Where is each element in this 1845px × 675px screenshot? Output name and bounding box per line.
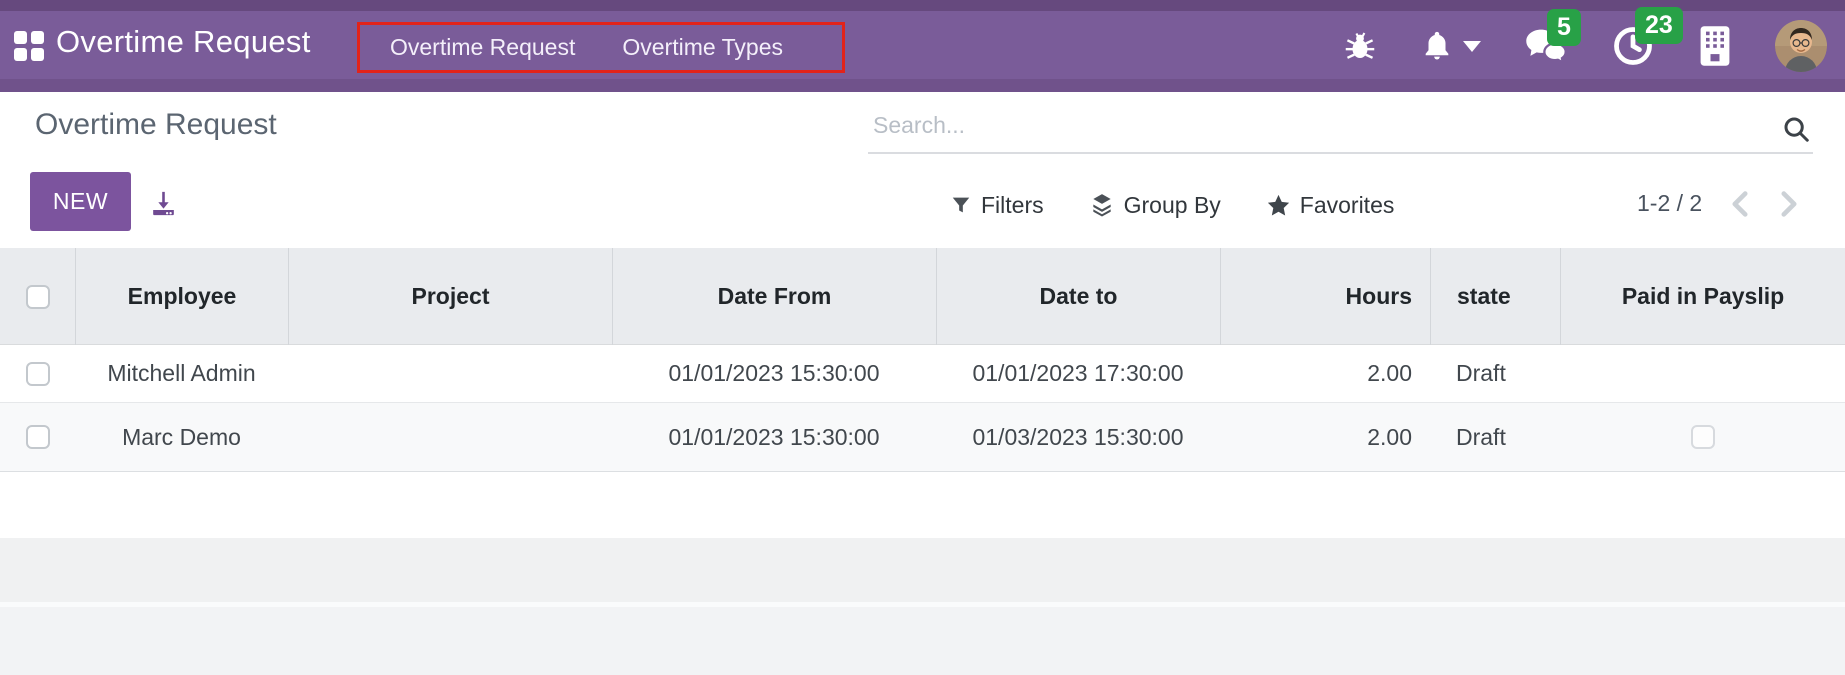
search-options-bar: Filters Group By Favorites: [950, 188, 1394, 222]
systray: 5 23: [1342, 0, 1827, 92]
column-header-date-from[interactable]: Date From: [612, 248, 936, 345]
column-header-state[interactable]: state: [1430, 248, 1560, 345]
search-input[interactable]: [868, 102, 1758, 148]
pager-previous-button[interactable]: [1729, 191, 1751, 217]
activity-count-badge: 23: [1635, 7, 1683, 44]
menu-item-overtime-types[interactable]: Overtime Types: [622, 34, 783, 61]
new-button[interactable]: NEW: [30, 172, 131, 231]
layers-icon: [1089, 192, 1115, 218]
chevron-down-icon: [1463, 41, 1481, 52]
row-select-checkbox[interactable]: [26, 425, 50, 449]
menu-item-overtime-request[interactable]: Overtime Request: [390, 34, 575, 61]
column-header-paid-in-payslip[interactable]: Paid in Payslip: [1560, 248, 1845, 345]
cell-paid-in-payslip: [1560, 345, 1845, 402]
column-header-date-to[interactable]: Date to: [936, 248, 1220, 345]
cell-date-to: 01/01/2023 17:30:00: [936, 345, 1220, 402]
pager-range: 1-2 / 2: [1637, 190, 1702, 217]
column-header-employee[interactable]: Employee: [75, 248, 288, 345]
cell-date-to: 01/03/2023 15:30:00: [936, 403, 1220, 471]
column-header-project[interactable]: Project: [288, 248, 612, 345]
cell-state: Draft: [1430, 403, 1560, 471]
footer-band: [0, 607, 1845, 675]
debug-bug-icon[interactable]: [1342, 28, 1378, 64]
chevron-left-icon: [1729, 191, 1751, 217]
pager-next-button[interactable]: [1778, 191, 1800, 217]
app-title: Overtime Request: [56, 24, 311, 60]
filter-funnel-icon: [950, 193, 972, 217]
menu-annotation-box: Overtime Request Overtime Types: [357, 22, 845, 73]
cell-state: Draft: [1430, 345, 1560, 402]
chevron-right-icon: [1778, 191, 1800, 217]
cell-employee: Mitchell Admin: [75, 345, 288, 402]
cell-employee: Marc Demo: [75, 403, 288, 471]
notifications-bell-menu[interactable]: [1420, 28, 1481, 64]
message-count-badge: 5: [1547, 9, 1581, 46]
favorites-button[interactable]: Favorites: [1266, 192, 1395, 219]
row-select-checkbox[interactable]: [26, 362, 50, 386]
table-row[interactable]: Mitchell Admin 01/01/2023 15:30:00 01/01…: [0, 345, 1845, 403]
paid-in-payslip-checkbox[interactable]: [1691, 425, 1715, 449]
activities-clock-menu[interactable]: 23: [1611, 24, 1655, 68]
bell-icon: [1420, 28, 1454, 64]
cell-project: [288, 345, 612, 402]
filters-button[interactable]: Filters: [950, 192, 1044, 219]
table-header-row: Employee Project Date From Date to Hours…: [0, 248, 1845, 345]
cell-paid-in-payslip: [1560, 403, 1845, 471]
company-building-icon[interactable]: [1697, 24, 1733, 68]
column-header-hours[interactable]: Hours: [1220, 248, 1430, 345]
cell-project: [288, 403, 612, 471]
messages-menu[interactable]: 5: [1523, 26, 1569, 66]
export-download-icon[interactable]: [148, 188, 179, 219]
cell-date-from: 01/01/2023 15:30:00: [612, 345, 936, 402]
page-title: Overtime Request: [35, 108, 277, 142]
footer-band: [0, 538, 1845, 602]
search-icon[interactable]: [1781, 114, 1811, 144]
star-icon: [1266, 193, 1291, 218]
select-all-checkbox[interactable]: [26, 285, 50, 309]
top-bar: Overtime Request Overtime Request Overti…: [0, 0, 1845, 92]
user-avatar[interactable]: [1775, 20, 1827, 72]
apps-grid-icon[interactable]: [14, 31, 44, 61]
cell-date-from: 01/01/2023 15:30:00: [612, 403, 936, 471]
group-by-button[interactable]: Group By: [1089, 192, 1221, 219]
select-all-cell: [0, 248, 75, 345]
table-row[interactable]: Marc Demo 01/01/2023 15:30:00 01/03/2023…: [0, 403, 1845, 472]
cell-hours: 2.00: [1220, 345, 1430, 402]
pager: 1-2 / 2: [1637, 190, 1800, 217]
search-bar: [868, 102, 1813, 154]
cell-hours: 2.00: [1220, 403, 1430, 471]
